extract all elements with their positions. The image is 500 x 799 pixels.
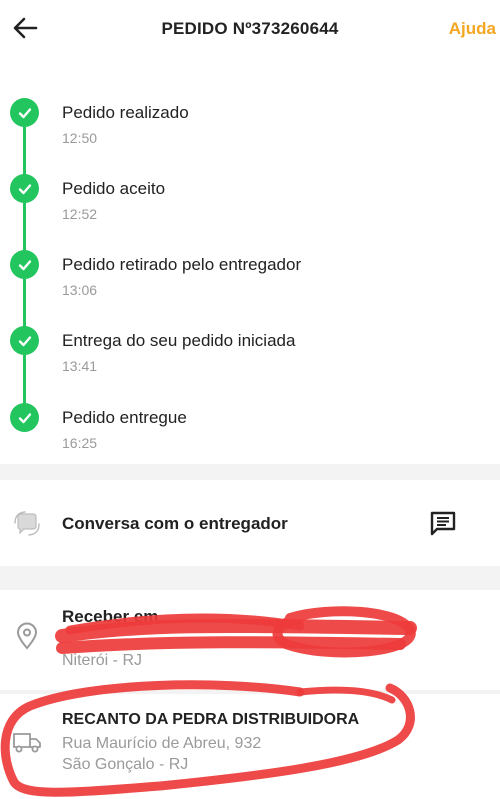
store-city: São Gonçalo - RJ xyxy=(62,756,189,773)
timeline-step: Pedido realizado 12:50 xyxy=(0,90,500,150)
help-link[interactable]: Ajuda xyxy=(449,19,496,39)
check-circle-icon xyxy=(10,326,39,355)
timeline-step: Pedido aceito 12:52 xyxy=(0,166,500,226)
timeline-step: Pedido entregue 16:25 xyxy=(0,395,500,455)
delivery-truck-icon xyxy=(13,733,41,753)
address-city: Niterói - RJ xyxy=(62,652,143,669)
step-label: Entrega do seu pedido iniciada xyxy=(62,331,296,350)
section-divider xyxy=(0,566,500,590)
message-icon[interactable] xyxy=(428,508,458,538)
store-name: RECANTO DA PEDRA DISTRIBUIDORA xyxy=(62,711,360,728)
store-street: Rua Maurício de Abreu, 932 xyxy=(62,735,262,752)
step-label: Pedido entregue xyxy=(62,408,187,427)
step-label: Pedido realizado xyxy=(62,103,189,122)
page-title: PEDIDO Nº373260644 xyxy=(161,19,339,38)
store-section: RECANTO DA PEDRA DISTRIBUIDORA Rua Maurí… xyxy=(0,694,500,799)
section-divider xyxy=(0,464,500,480)
location-pin-icon xyxy=(16,622,38,650)
step-time: 13:06 xyxy=(62,282,98,298)
address-title: Receber em xyxy=(62,607,159,626)
check-circle-icon xyxy=(10,98,39,127)
chat-bubble-icon xyxy=(14,511,40,536)
step-time: 12:52 xyxy=(62,206,98,222)
top-app-bar: PEDIDO Nº373260644 Ajuda xyxy=(0,0,500,58)
step-time: 13:41 xyxy=(62,358,98,374)
step-label: Pedido aceito xyxy=(62,179,166,198)
chat-label: Conversa com o entregador xyxy=(62,514,288,533)
check-circle-icon xyxy=(10,250,39,279)
delivery-address-section: Receber em Niterói - RJ xyxy=(0,590,500,690)
order-status-timeline: Pedido realizado 12:50 Pedido aceito 12:… xyxy=(0,80,500,460)
chat-with-courier-row[interactable]: Conversa com o entregador xyxy=(0,480,500,566)
timeline-step: Entrega do seu pedido iniciada 13:41 xyxy=(0,318,500,378)
address-street-redacted xyxy=(62,631,66,649)
step-time: 16:25 xyxy=(62,435,98,451)
step-time: 12:50 xyxy=(62,130,98,146)
check-circle-icon xyxy=(10,403,39,432)
step-label: Pedido retirado pelo entregador xyxy=(62,255,302,274)
timeline-step: Pedido retirado pelo entregador 13:06 xyxy=(0,242,500,302)
check-circle-icon xyxy=(10,174,39,203)
